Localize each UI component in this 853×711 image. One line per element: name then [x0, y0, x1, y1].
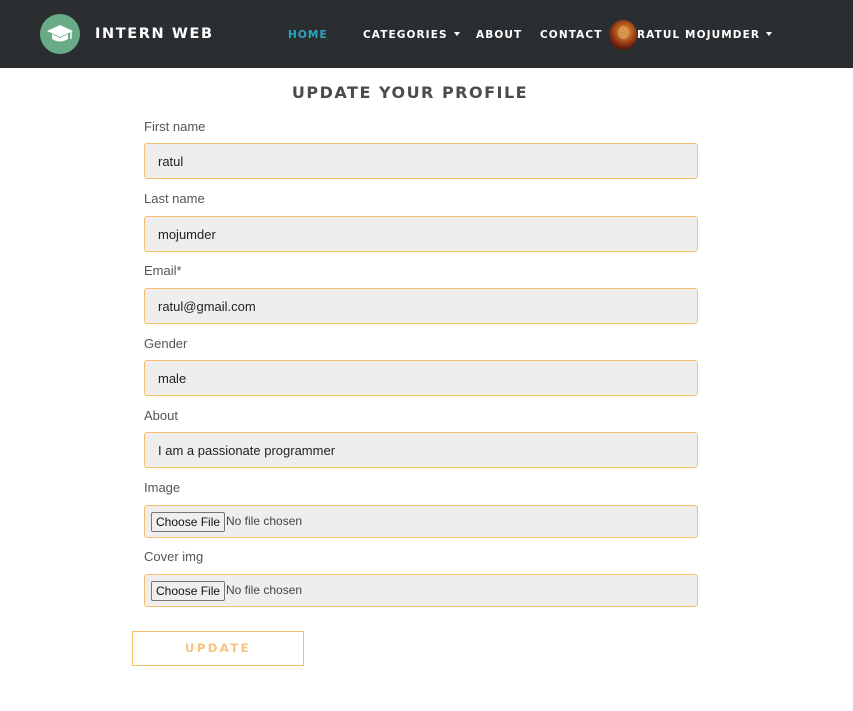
user-menu-dropdown[interactable]: RATUL MOJUMDER [637, 29, 773, 41]
first-name-input[interactable] [144, 143, 698, 179]
cover-choose-file-button[interactable]: Choose File [151, 581, 226, 601]
about-input[interactable] [144, 432, 698, 468]
nav-categories-dropdown[interactable]: CATEGORIES [363, 29, 460, 41]
nav-home[interactable]: HOME [288, 29, 328, 41]
image-file-status: No file chosen [226, 514, 303, 528]
email-input[interactable] [144, 288, 698, 324]
email-label: Email* [144, 263, 182, 278]
page-title: UPDATE YOUR PROFILE [291, 83, 529, 102]
nav-categories-label: CATEGORIES [363, 29, 448, 41]
image-file-input[interactable]: Choose File No file chosen [144, 505, 698, 538]
nav-about[interactable]: ABOUT [476, 29, 522, 41]
user-name: RATUL MOJUMDER [637, 29, 761, 41]
graduation-cap-icon [47, 25, 73, 42]
cover-img-file-input[interactable]: Choose File No file chosen [144, 574, 698, 607]
user-avatar[interactable] [609, 20, 637, 50]
gender-label: Gender [144, 336, 188, 351]
nav-contact[interactable]: CONTACT [540, 29, 602, 41]
brand-name[interactable]: INTERN WEB [95, 26, 214, 42]
gender-input[interactable] [144, 360, 698, 396]
image-choose-file-button[interactable]: Choose File [151, 512, 226, 532]
about-label: About [144, 408, 178, 423]
cover-file-status: No file chosen [226, 583, 303, 597]
brand-logo[interactable] [40, 14, 80, 54]
last-name-label: Last name [144, 191, 205, 206]
last-name-input[interactable] [144, 216, 698, 252]
first-name-label: First name [144, 119, 206, 134]
caret-down-icon [453, 32, 460, 36]
navbar: INTERN WEB HOME CATEGORIES ABOUT CONTACT… [0, 0, 853, 68]
caret-down-icon [766, 32, 773, 36]
cover-img-label: Cover img [144, 549, 204, 564]
image-label: Image [144, 480, 181, 495]
update-button[interactable]: UPDATE [132, 631, 304, 666]
